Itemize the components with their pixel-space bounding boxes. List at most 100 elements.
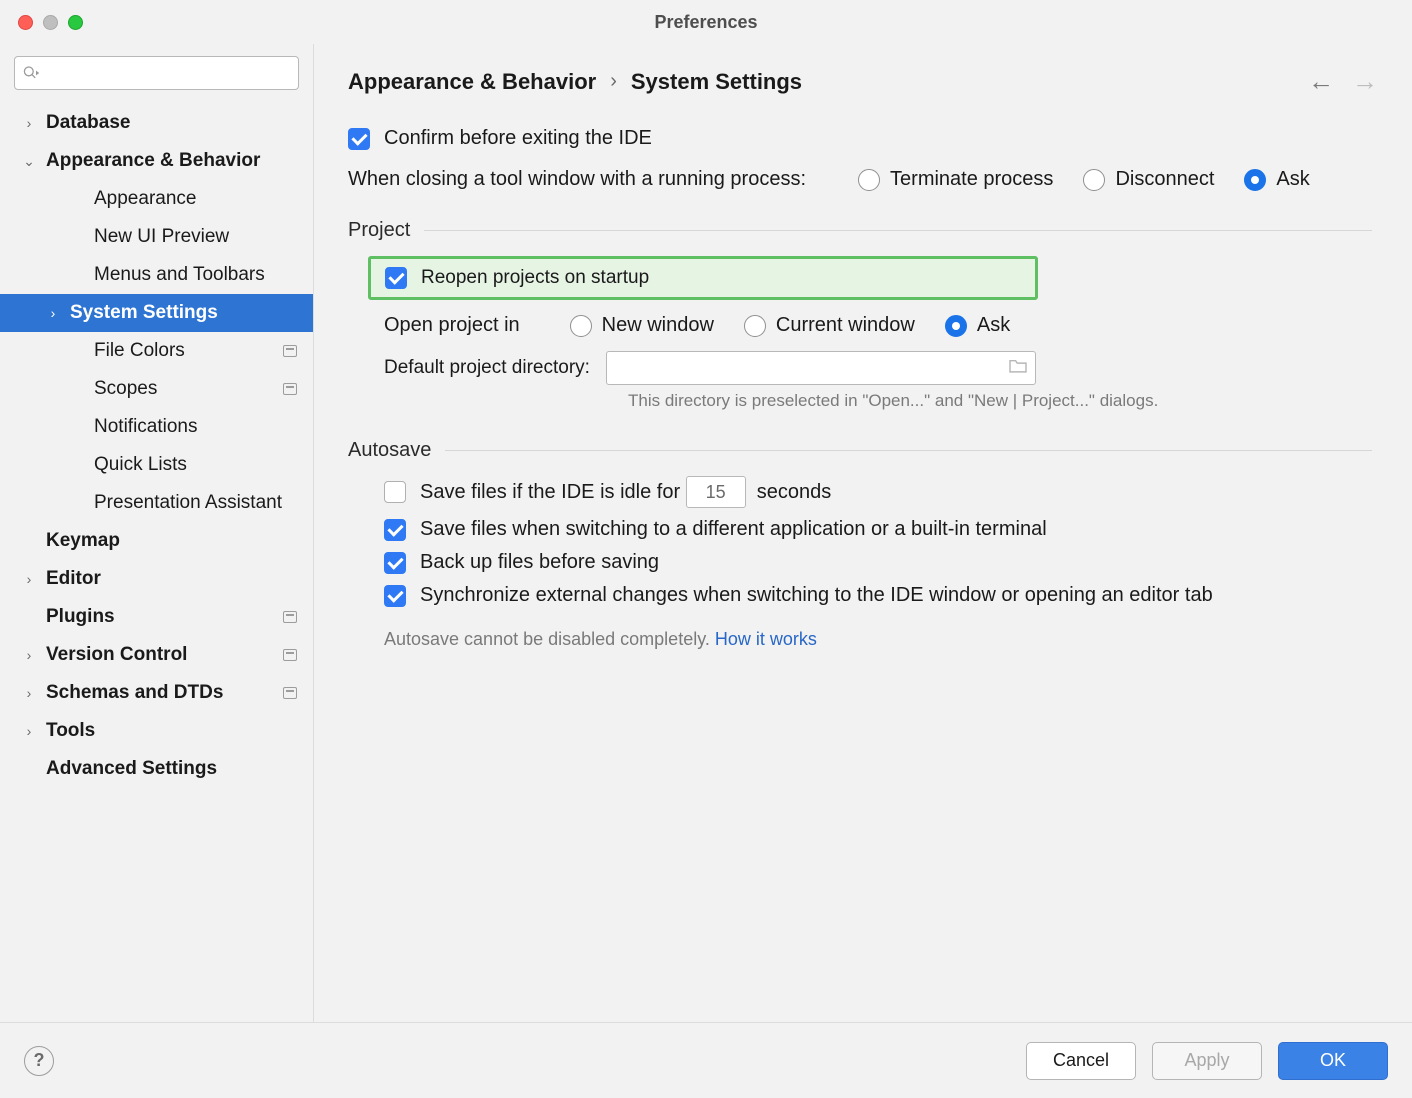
closing-tool-option-label: Terminate process [890,168,1053,191]
search-input[interactable] [14,56,299,90]
open-project-in-option-label: Current window [776,314,915,337]
section-autosave-title: Autosave [348,439,431,462]
sidebar-item-scopes[interactable]: Scopes [0,370,313,408]
breadcrumb: Appearance & Behavior › System Settings … [314,44,1412,107]
chevron-right-icon[interactable]: › [46,305,60,321]
sidebar: › Database ⌄ Appearance & Behavior Appearanc… [0,44,314,1022]
content: Confirm before exiting the IDE When clos… [314,107,1412,670]
sidebar-item-tools[interactable]: ›Tools [0,712,313,750]
sidebar-item-editor[interactable]: › Editor [0,560,313,598]
closing-tool-radio-group: Terminate process Disconnect Ask [858,168,1310,191]
open-project-in-radio-current-window[interactable] [744,315,766,337]
body: ›Database⌄Appearance & BehaviorAppearanc… [0,44,1412,1022]
closing-tool-radio-terminate-process[interactable] [858,169,880,191]
sidebar-item-label: Editor [46,568,101,590]
default-dir-label: Default project directory: [384,357,590,379]
chevron-right-icon[interactable]: › [22,685,36,701]
sidebar-item-label: New UI Preview [94,226,229,248]
confirm-exit-checkbox[interactable] [348,128,370,150]
section-project-title: Project [348,219,410,242]
titlebar: Preferences [0,0,1412,44]
sidebar-item-plugins[interactable]: Plugins [0,598,313,636]
nav-forward-icon: → [1352,66,1378,97]
folder-icon[interactable] [1008,358,1028,379]
closing-tool-option-label: Ask [1276,168,1309,191]
nav-back-icon[interactable]: ← [1308,66,1334,97]
open-project-in-label: Open project in [384,314,520,337]
chevron-right-icon[interactable]: › [22,723,36,739]
sidebar-item-version-control[interactable]: › Version Control [0,636,313,674]
reopen-projects-highlight: Reopen projects on startup [368,256,1038,300]
sidebar-item-label: File Colors [94,340,185,362]
save-idle-seconds-input[interactable] [686,476,746,508]
default-dir-hint: This directory is preselected in "Open..… [348,391,1372,411]
reopen-projects-label: Reopen projects on startup [421,267,649,289]
chevron-right-icon[interactable]: › [22,647,36,663]
sidebar-item-appearance[interactable]: Appearance [0,180,313,218]
sidebar-item-label: Schemas and DTDs [46,682,223,704]
save-idle-checkbox[interactable] [384,481,406,503]
sidebar-item-system-settings[interactable]: › System Settings [0,294,313,332]
chevron-right-icon[interactable]: › [22,571,36,587]
open-project-in-radio-ask[interactable] [945,315,967,337]
how-it-works-link[interactable]: How it works [715,629,817,649]
sidebar-item-label: Version Control [46,644,187,666]
divider [424,230,1372,231]
footer: ? Cancel Apply OK [0,1022,1412,1098]
backup-files-checkbox[interactable] [384,552,406,574]
sidebar-item-label: Notifications [94,416,198,438]
sidebar-item-database[interactable]: › Database [0,104,313,142]
sidebar-item-notifications[interactable]: Notifications [0,408,313,446]
sync-external-checkbox[interactable] [384,585,406,607]
sidebar-item-menus-and-toolbars[interactable]: Menus and Toolbars [0,256,313,294]
sidebar-item-appearance-behavior[interactable]: ⌄ Appearance & Behavior [0,142,313,180]
closing-tool-radio-disconnect[interactable] [1083,169,1105,191]
search-field [14,56,299,90]
save-switch-app-label: Save files when switching to a different… [420,518,1047,541]
project-level-icon [283,649,297,661]
breadcrumb-root[interactable]: Appearance & Behavior [348,69,596,95]
main-panel: Appearance & Behavior › System Settings … [314,44,1412,1022]
sidebar-item-new-ui-preview[interactable]: New UI Preview [0,218,313,256]
window-title: Preferences [0,12,1412,33]
default-dir-input[interactable] [606,351,1036,385]
preferences-window: Preferences › Database ⌄ Appearance & Behav… [0,0,1412,1098]
autosave-note: Autosave cannot be disabled completely. … [384,629,1372,650]
divider [445,450,1372,451]
sidebar-item-file-colors[interactable]: File Colors [0,332,313,370]
cancel-button[interactable]: Cancel [1026,1042,1136,1080]
sidebar-item-keymap[interactable]: Keymap [0,522,313,560]
chevron-right-icon[interactable]: › [22,115,36,131]
reopen-projects-checkbox[interactable] [385,267,407,289]
sidebar-item-advanced-settings[interactable]: Advanced Settings [0,750,313,788]
settings-tree: › Database ⌄ Appearance & Behavior Appearanc… [0,100,313,1022]
apply-button: Apply [1152,1042,1262,1080]
sidebar-item-schemas-and-dtds[interactable]: › Schemas and DTDs [0,674,313,712]
open-project-in-option-label: Ask [977,314,1010,337]
sidebar-item-label: System Settings [70,302,218,324]
sidebar-item-label: Appearance & Behavior [46,150,260,172]
sidebar-item-label: Keymap [46,530,120,552]
help-button[interactable]: ? [24,1046,54,1076]
project-level-icon [283,383,297,395]
open-project-in-radio-group: New windowCurrent windowAsk [570,314,1011,337]
sidebar-item-label: Appearance [94,188,196,210]
project-level-icon [283,687,297,699]
sidebar-item-presentation-assistant[interactable]: Presentation Assistant [0,484,313,522]
sidebar-item-label: Menus and Toolbars [94,264,265,286]
closing-tool-radio-ask[interactable] [1244,169,1266,191]
sidebar-item-label: Database [46,112,131,134]
save-switch-app-checkbox[interactable] [384,519,406,541]
chevron-down-icon[interactable]: ⌄ [22,153,36,170]
sidebar-item-label: Quick Lists [94,454,187,476]
sync-external-label: Synchronize external changes when switch… [420,584,1213,607]
nav-arrows: ← → [1308,66,1378,97]
sidebar-item-label: Plugins [46,606,115,628]
sidebar-item-label: Advanced Settings [46,758,217,780]
ok-button[interactable]: OK [1278,1042,1388,1080]
sidebar-item-label: Presentation Assistant [94,492,282,514]
open-project-in-radio-new-window[interactable] [570,315,592,337]
sidebar-item-quick-lists[interactable]: Quick Lists [0,446,313,484]
closing-tool-label: When closing a tool window with a runnin… [348,168,806,191]
closing-tool-option-label: Disconnect [1115,168,1214,191]
